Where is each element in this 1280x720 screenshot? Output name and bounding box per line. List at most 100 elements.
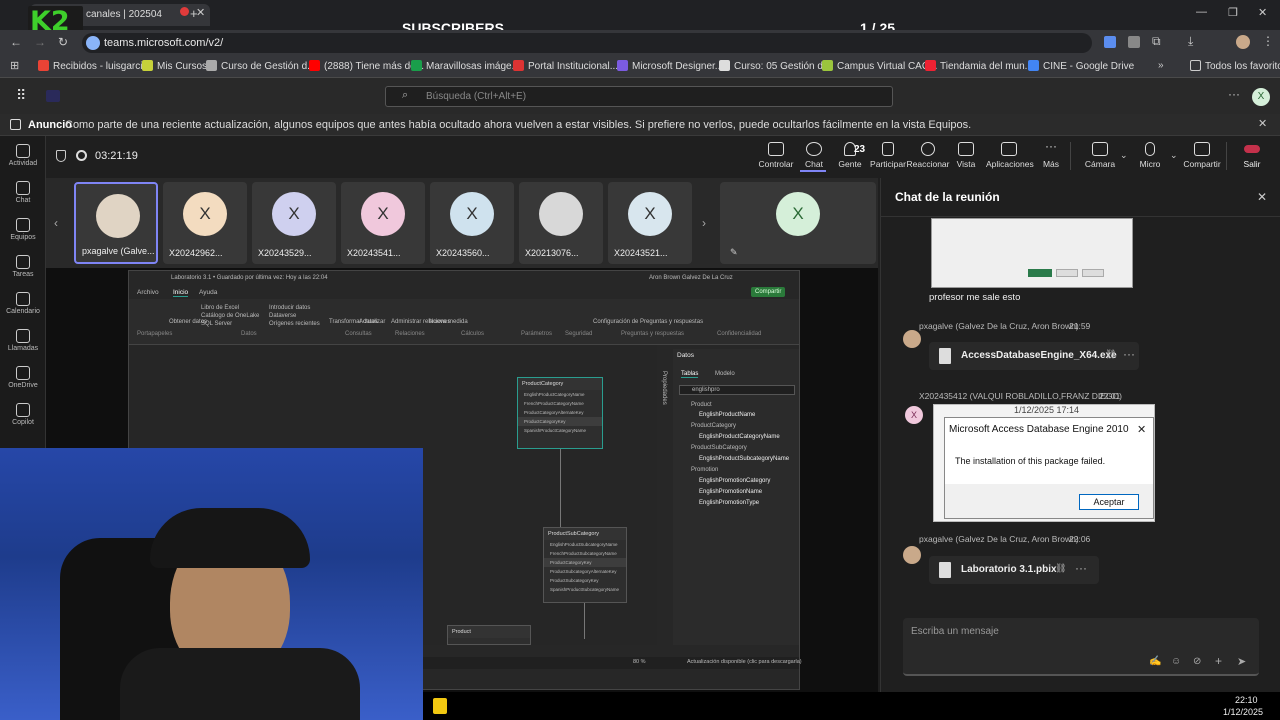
- search-box[interactable]: ⌕ Búsqueda (Ctrl+Alt+E): [385, 86, 893, 107]
- data-search-input[interactable]: englishpro: [679, 385, 795, 395]
- toolbar-aplicaciones[interactable]: Aplicaciones: [986, 142, 1034, 169]
- extension-icon[interactable]: [1128, 36, 1140, 48]
- update-status[interactable]: Actualización disponible (clic para desc…: [687, 659, 802, 665]
- bookmark[interactable]: Recibidos - luisgarci...: [38, 60, 151, 72]
- table-product[interactable]: Product: [447, 625, 531, 645]
- tree-field[interactable]: EnglishPromotionCategory: [699, 478, 770, 484]
- tree-table[interactable]: Promotion: [691, 467, 718, 473]
- properties-pane-label[interactable]: Propiedades: [661, 371, 667, 405]
- tab-tablas[interactable]: Tablas: [681, 371, 699, 378]
- toolbar-mas[interactable]: ··· Más: [1029, 140, 1073, 169]
- file-attachment[interactable]: Laboratorio 3.1.pbix ⛓ ···: [929, 556, 1099, 584]
- format-icon[interactable]: ✍: [1149, 656, 1161, 667]
- participant-tile[interactable]: X X20243560...: [430, 182, 514, 264]
- chat-close-icon[interactable]: ✕: [1257, 190, 1267, 204]
- apps-icon[interactable]: ⊞: [10, 59, 19, 72]
- ribbon-qa-config[interactable]: Configuración de Preguntas y respuestas: [593, 319, 703, 325]
- tree-field[interactable]: EnglishProductCategoryName: [699, 434, 780, 440]
- table-productsubcategory[interactable]: ProductSubCategory EnglishProductSubcate…: [543, 527, 627, 603]
- ribbon-dataverse[interactable]: Dataverse: [269, 313, 296, 319]
- menu-archivo[interactable]: Archivo: [137, 289, 159, 296]
- bookmark[interactable]: Mis Cursos: [142, 60, 207, 72]
- scroll-left-icon[interactable]: ‹: [54, 216, 58, 230]
- bookmark[interactable]: Curso: 05 Gestión d...: [719, 60, 831, 72]
- rail-equipos[interactable]: Equipos: [0, 218, 46, 241]
- bookmark[interactable]: Microsoft Designer...: [617, 60, 723, 72]
- rail-onedrive[interactable]: OneDrive: [0, 366, 46, 389]
- rail-tareas[interactable]: Tareas: [0, 255, 46, 278]
- link-icon[interactable]: ⛓: [1055, 563, 1066, 574]
- toolbar-compartir[interactable]: Compartir: [1180, 142, 1224, 169]
- toolbar-vista[interactable]: Vista: [944, 142, 988, 169]
- chevron-down-icon[interactable]: ⌄: [1120, 150, 1128, 161]
- maximize-icon[interactable]: ❐: [1228, 6, 1238, 19]
- tree-field[interactable]: EnglishProductSubcategoryName: [699, 456, 789, 462]
- ribbon-onelake[interactable]: Catálogo de OneLake: [201, 313, 259, 319]
- toolbar-camara[interactable]: Cámara: [1078, 142, 1122, 169]
- rail-copilot[interactable]: Copilot: [0, 403, 46, 426]
- tree-field[interactable]: EnglishProductName: [699, 412, 755, 418]
- send-icon[interactable]: ➤: [1237, 655, 1246, 668]
- site-info-icon[interactable]: [86, 36, 100, 50]
- tree-table[interactable]: ProductSubCategory: [691, 445, 747, 451]
- message-compose-box[interactable]: Escriba un mensaje ✍ ☺ ⊘ + ➤: [903, 618, 1259, 676]
- download-icon[interactable]: ⤓: [1188, 34, 1193, 49]
- minimize-icon[interactable]: —: [1196, 6, 1207, 18]
- extension-icon[interactable]: [1104, 36, 1116, 48]
- more-bookmarks-icon[interactable]: »: [1158, 60, 1164, 71]
- puzzle-icon[interactable]: ⧉: [1152, 34, 1161, 49]
- bookmark[interactable]: Tiendamia del mun...: [925, 60, 1033, 72]
- bookmark[interactable]: Campus Virtual CAC...: [822, 60, 937, 72]
- ribbon-sqlserver[interactable]: SQL Server: [201, 321, 232, 327]
- profile-avatar[interactable]: [1236, 35, 1250, 49]
- chevron-down-icon[interactable]: ⌄: [1170, 150, 1178, 161]
- scroll-right-icon[interactable]: ›: [702, 216, 706, 230]
- participant-tile[interactable]: pxagalve (Galve...: [74, 182, 158, 264]
- bookmark[interactable]: Portal Institucional...: [513, 60, 618, 72]
- tree-field[interactable]: EnglishPromotionType: [699, 500, 759, 506]
- attach-icon[interactable]: +: [1215, 654, 1222, 668]
- user-avatar[interactable]: X: [1252, 88, 1270, 106]
- back-icon[interactable]: ←: [10, 35, 22, 49]
- ribbon-recientes[interactable]: Orígenes recientes: [269, 321, 320, 327]
- participant-tile[interactable]: X X20242962...: [163, 182, 247, 264]
- bookmark[interactable]: Curso de Gestión d...: [206, 60, 316, 72]
- rail-calendario[interactable]: Calendario: [0, 292, 46, 315]
- emoji-icon[interactable]: ☺: [1171, 656, 1181, 667]
- toolbar-micro[interactable]: Micro: [1128, 142, 1172, 169]
- menu-inicio[interactable]: Inicio: [173, 289, 189, 297]
- powerbi-taskbar-icon[interactable]: [433, 698, 447, 714]
- error-dialog-image[interactable]: 1/12/2025 17:14 Microsoft Access Databas…: [933, 404, 1155, 522]
- menu-ayuda[interactable]: Ayuda: [199, 289, 217, 296]
- rail-chat[interactable]: Chat: [0, 181, 46, 204]
- toolbar-salir[interactable]: Salir: [1230, 142, 1274, 169]
- new-tab-icon[interactable]: +: [190, 6, 198, 21]
- participant-tile[interactable]: X X20243529...: [252, 182, 336, 264]
- app-launcher-icon[interactable]: ⠿: [16, 87, 26, 104]
- tree-table[interactable]: ProductCategory: [691, 423, 736, 429]
- loop-icon[interactable]: ⊘: [1193, 656, 1201, 667]
- bookmark[interactable]: Maravillosas imáge...: [411, 60, 520, 72]
- tree-field[interactable]: EnglishPromotionName: [699, 489, 762, 495]
- participant-tile[interactable]: X X20243521...: [608, 182, 692, 264]
- address-field[interactable]: teams.microsoft.com/v2/: [82, 33, 1092, 53]
- file-more-icon[interactable]: ···: [1075, 561, 1087, 575]
- reload-icon[interactable]: ↻: [58, 35, 68, 49]
- share-button[interactable]: Compartir: [751, 287, 786, 297]
- participant-tile[interactable]: X ✎: [720, 182, 876, 264]
- ribbon-nueva-medida[interactable]: Nueva medida: [429, 319, 468, 325]
- participant-tile[interactable]: X20213076...: [519, 182, 603, 264]
- bookmark[interactable]: CINE - Google Drive: [1028, 60, 1134, 72]
- forward-icon[interactable]: →: [34, 35, 46, 49]
- rail-actividad[interactable]: Actividad: [0, 144, 46, 167]
- announcement-close-icon[interactable]: ✕: [1258, 117, 1267, 130]
- ribbon-actualizar[interactable]: Actualizar: [359, 319, 385, 325]
- rail-llamadas[interactable]: Llamadas: [0, 329, 46, 352]
- table-productcategory[interactable]: ProductCategory EnglishProductCategoryNa…: [517, 377, 603, 449]
- tab-modelo[interactable]: Modelo: [715, 371, 735, 377]
- file-attachment[interactable]: AccessDatabaseEngine_X64.exe ⛓ ···: [929, 342, 1139, 370]
- all-favorites[interactable]: Todos los favoritos: [1190, 60, 1280, 72]
- participant-tile[interactable]: X X20243541...: [341, 182, 425, 264]
- bookmark[interactable]: (2888) Tiene más de...: [309, 60, 424, 72]
- link-icon[interactable]: ⛓: [1105, 349, 1116, 360]
